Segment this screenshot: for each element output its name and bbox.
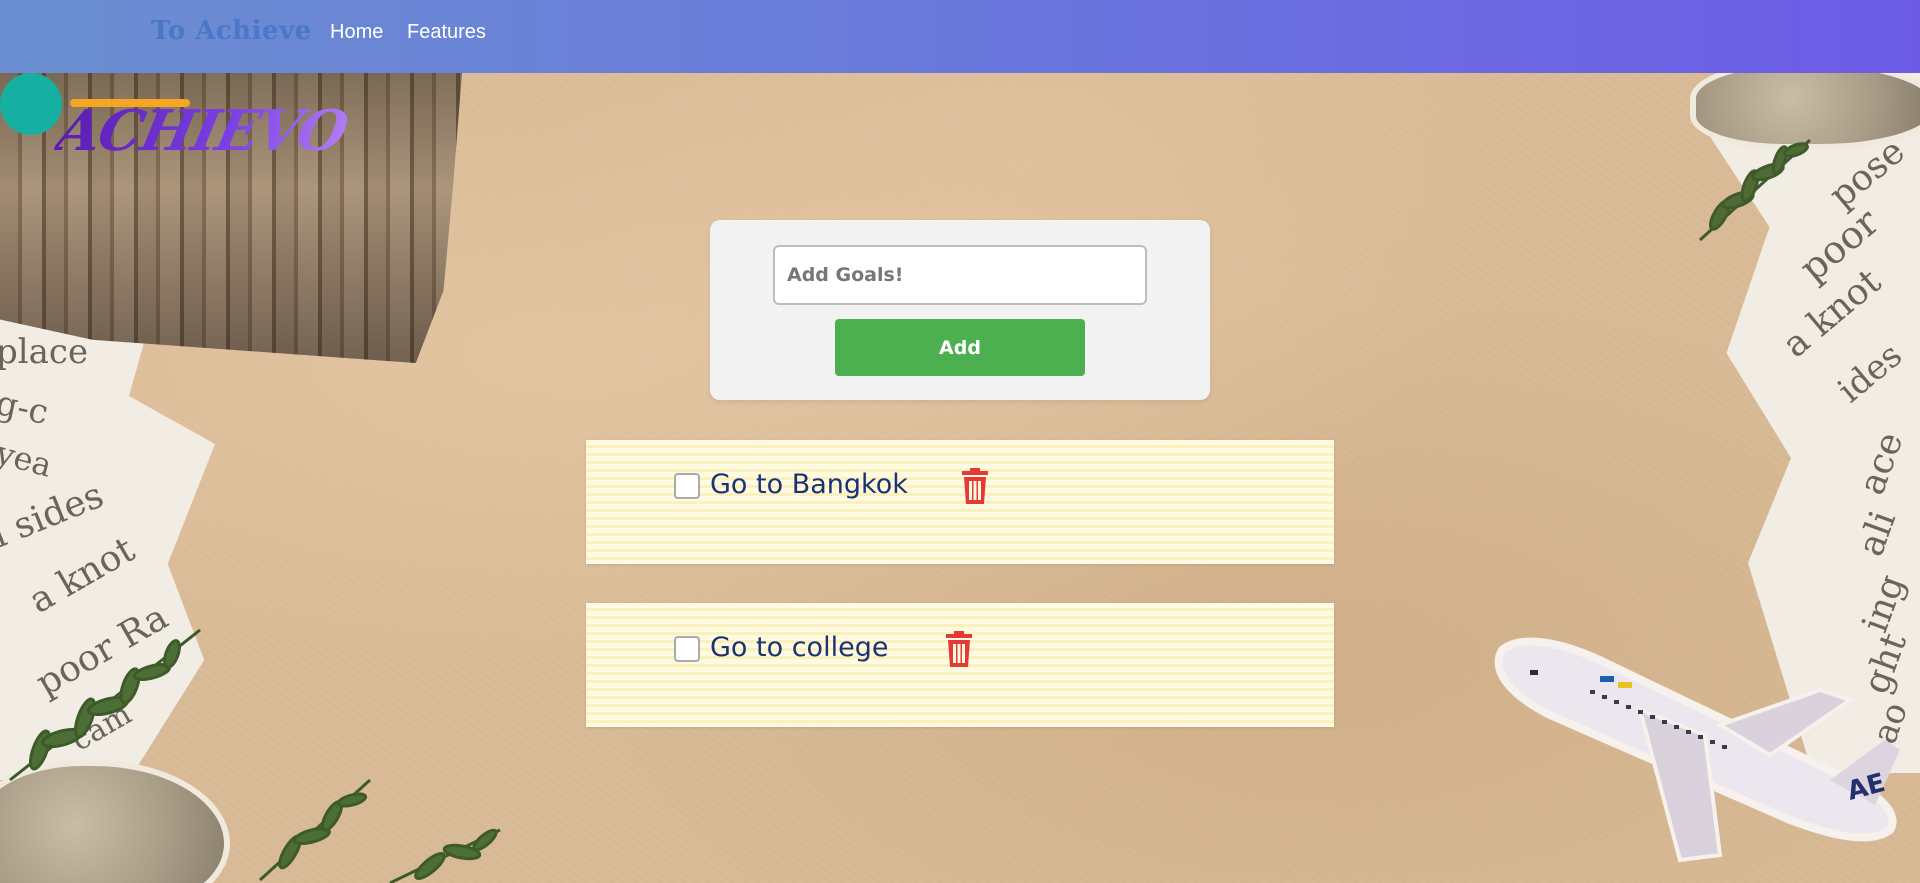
- navbar: To Achieve Home Features: [0, 0, 1920, 73]
- trash-icon[interactable]: [944, 631, 974, 667]
- goal-item: Go to Bangkok: [586, 440, 1334, 564]
- goal-checkbox[interactable]: [674, 473, 700, 499]
- goal-checkbox[interactable]: [674, 636, 700, 662]
- paper-text: ali: [1850, 505, 1905, 562]
- logo-dot: [0, 73, 62, 135]
- paper-text: cam: [65, 696, 138, 759]
- nav-link-features[interactable]: Features: [407, 21, 486, 44]
- paper-text: a knot: [22, 529, 142, 622]
- stone-bottom-left: [0, 760, 230, 883]
- trash-icon[interactable]: [960, 468, 990, 504]
- goal-item: Go to college: [586, 603, 1334, 727]
- paper-text: ing: [1854, 569, 1914, 638]
- brand-title[interactable]: To Achieve: [151, 16, 312, 46]
- fern-bottom-center: [258, 778, 501, 883]
- airplane-image: AE: [1494, 637, 1900, 863]
- torn-paper-left: place g-c yea l sides a knot poor Ra cam: [0, 300, 215, 780]
- paper-text: yea: [0, 433, 57, 485]
- add-goal-card: Add: [710, 220, 1210, 400]
- stone-top-right: [1690, 60, 1920, 150]
- goal-input[interactable]: [773, 245, 1147, 305]
- add-button[interactable]: Add: [835, 319, 1085, 376]
- paper-text: l sides: [0, 474, 110, 557]
- nav-link-home[interactable]: Home: [330, 21, 383, 44]
- paper-text: ace: [1851, 426, 1912, 501]
- goal-text: Go to Bangkok: [710, 469, 908, 500]
- achievo-logo: ACHIEVO: [50, 98, 353, 164]
- goal-text: Go to college: [710, 632, 889, 663]
- paper-text: ides: [1830, 335, 1910, 411]
- paper-text: g-c: [0, 383, 52, 433]
- paper-text: place: [0, 332, 89, 372]
